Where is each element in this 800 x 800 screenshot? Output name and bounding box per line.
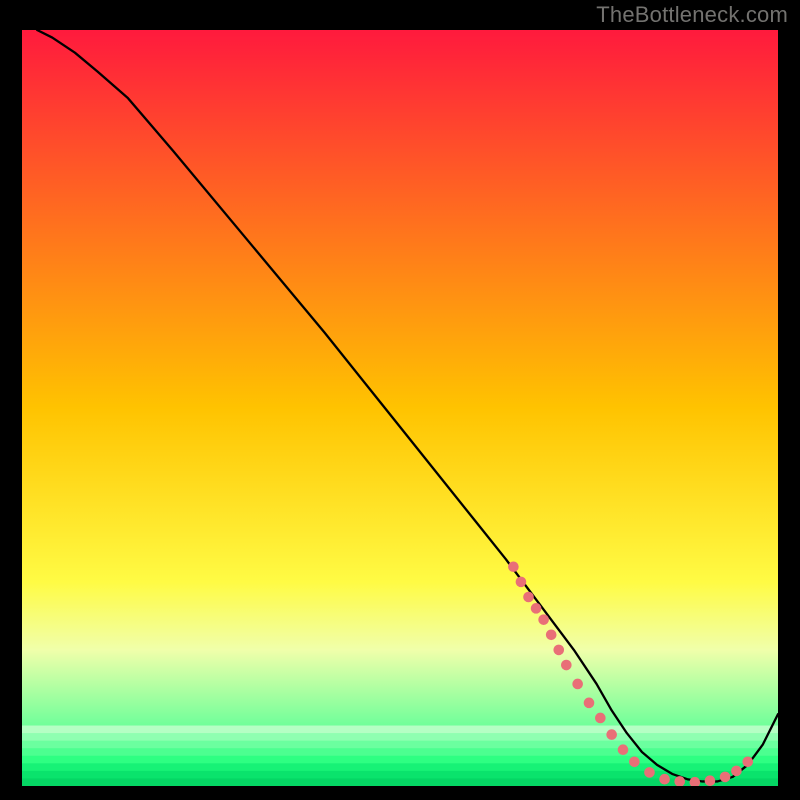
plot-area bbox=[22, 30, 778, 786]
attribution-label: TheBottleneck.com bbox=[596, 2, 788, 28]
chart-frame: TheBottleneck.com bbox=[0, 0, 800, 800]
chart-svg bbox=[22, 30, 778, 786]
